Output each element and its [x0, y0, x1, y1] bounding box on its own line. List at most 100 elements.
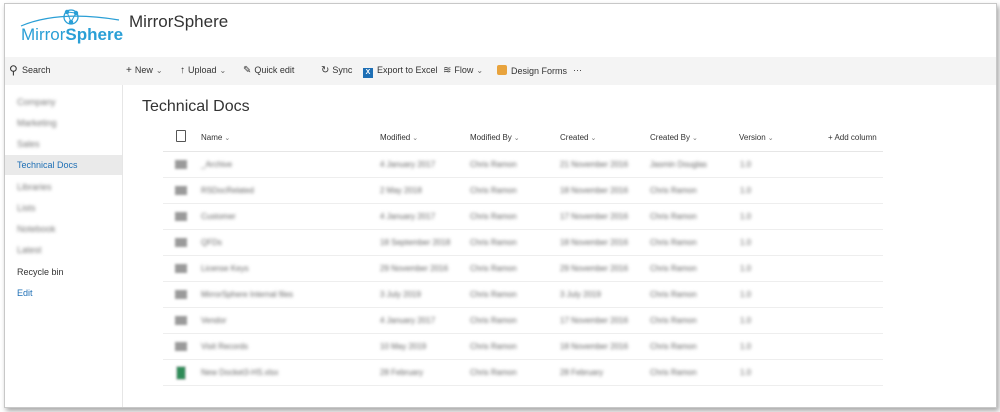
export-to-excel-button[interactable]: X Export to Excel [363, 65, 438, 78]
column-header-name[interactable]: Name ⌄ [201, 133, 230, 142]
column-header-created[interactable]: Created ⌄ [560, 133, 596, 142]
cell-modified-by: Chris Ramon [470, 368, 517, 377]
cell-created-by: Chris Ramon [650, 238, 697, 247]
table-row[interactable]: Visit Records 10 May 2019 Chris Ramon 18… [163, 334, 883, 360]
folder-icon [175, 316, 187, 325]
nav-item[interactable]: Lists [5, 198, 122, 218]
cell-modified: 29 November 2016 [380, 264, 449, 273]
upload-button[interactable]: ↑ Upload ⌄ [180, 65, 226, 76]
chevron-down-icon: ⌄ [692, 135, 698, 142]
cell-modified-by: Chris Ramon [470, 160, 517, 169]
chevron-down-icon: ⌄ [513, 135, 520, 142]
nav-item[interactable]: Marketing [5, 113, 122, 133]
cell-name[interactable]: Visit Records [201, 342, 248, 351]
cell-created: 18 November 2016 [560, 238, 629, 247]
cell-version: 1.0 [740, 316, 752, 325]
table-row[interactable]: QFDs 18 September 2018 Chris Ramon 18 No… [163, 230, 883, 256]
cell-version: 1.0 [740, 186, 752, 195]
cell-created: 17 November 2016 [560, 316, 629, 325]
cell-version: 1.0 [740, 212, 752, 221]
cell-version: 1.0 [740, 160, 752, 169]
folder-icon [175, 342, 187, 351]
cell-created: 21 November 2016 [560, 160, 629, 169]
quick-edit-button[interactable]: ✎ Quick edit [243, 65, 294, 76]
cell-name[interactable]: MirrorSphere Internal files [201, 290, 293, 299]
cell-modified: 28 February [380, 368, 424, 377]
cell-modified-by: Chris Ramon [470, 186, 517, 195]
column-header-created-by[interactable]: Created By ⌄ [650, 133, 698, 142]
plus-icon: + [126, 65, 132, 76]
cell-modified: 3 July 2019 [380, 290, 421, 299]
cell-created: 28 February [560, 368, 604, 377]
cell-created: 17 November 2016 [560, 212, 629, 221]
document-library: Technical Docs Name ⌄ Modified ⌄ Modified … [123, 85, 996, 407]
folder-icon [175, 264, 187, 273]
nav-item[interactable]: Notebook [5, 219, 122, 239]
add-column-button[interactable]: + Add column [828, 133, 877, 142]
cell-name[interactable]: Vendor [201, 316, 226, 325]
search-icon: ⚲ [9, 63, 18, 77]
nav-item-technical-docs[interactable]: Technical Docs [5, 155, 122, 175]
new-button[interactable]: + New ⌄ [126, 65, 163, 76]
folder-icon [175, 186, 187, 195]
cell-modified: 4 January 2017 [380, 212, 436, 221]
table-row[interactable]: New Docket3-HS.xlsx 28 February Chris Ra… [163, 360, 883, 386]
site-title[interactable]: MirrorSphere [129, 12, 228, 32]
cell-created-by: Jasmin Douglas [650, 160, 707, 169]
column-header-modified-by[interactable]: Modified By ⌄ [470, 133, 520, 142]
cell-name[interactable]: _Archive [201, 160, 232, 169]
nav-item[interactable]: Libraries [5, 177, 122, 197]
cell-modified-by: Chris Ramon [470, 316, 517, 325]
cell-name[interactable]: QFDs [201, 238, 222, 247]
column-header-modified[interactable]: Modified ⌄ [380, 133, 418, 142]
excel-icon: X [363, 68, 373, 78]
table-row[interactable]: RSDocRelated 2 May 2018 Chris Ramon 18 N… [163, 178, 883, 204]
cell-modified-by: Chris Ramon [470, 264, 517, 273]
site-logo[interactable]: MirrorSphere [19, 6, 129, 51]
nav-item-recycle-bin[interactable]: Recycle bin [5, 262, 122, 282]
nav-item[interactable]: Sales [5, 134, 122, 154]
cell-version: 1.0 [740, 264, 752, 273]
cell-created-by: Chris Ramon [650, 264, 697, 273]
table-row[interactable]: _Archive 4 January 2017 Chris Ramon 21 N… [163, 152, 883, 178]
cell-name[interactable]: RSDocRelated [201, 186, 254, 195]
cell-version: 1.0 [740, 368, 752, 377]
search-label: Search [22, 65, 51, 75]
table-row[interactable]: MirrorSphere Internal files 3 July 2019 … [163, 282, 883, 308]
sync-button[interactable]: ↻ Sync [321, 65, 352, 76]
column-header-version[interactable]: Version ⌄ [739, 133, 774, 142]
cell-modified: 10 May 2019 [380, 342, 427, 351]
app-window: MirrorSphere MirrorSphere ⚲ Search + New ⌄… [4, 3, 997, 408]
cell-created-by: Chris Ramon [650, 186, 697, 195]
more-options-button[interactable]: ··· [573, 65, 582, 75]
cell-version: 1.0 [740, 290, 752, 299]
cell-name[interactable]: New Docket3-HS.xlsx [201, 368, 278, 377]
forms-icon [497, 65, 507, 75]
nav-item[interactable]: Company [5, 92, 122, 112]
page-title: Technical Docs [142, 98, 250, 115]
nav-edit-link[interactable]: Edit [5, 283, 122, 303]
design-forms-button[interactable]: Design Forms [497, 65, 567, 76]
chevron-down-icon: ⌄ [219, 66, 227, 75]
folder-icon [175, 212, 187, 221]
left-navigation: Company Marketing Sales Technical Docs L… [5, 85, 123, 407]
cell-modified-by: Chris Ramon [470, 212, 517, 221]
nav-item[interactable]: Latest [5, 240, 122, 260]
document-type-icon[interactable] [176, 130, 186, 142]
cell-modified: 4 January 2017 [380, 316, 436, 325]
cell-version: 1.0 [740, 342, 752, 351]
chevron-down-icon: ⌄ [412, 135, 419, 142]
cell-name[interactable]: License Keys [201, 264, 249, 273]
cell-name[interactable]: Customer [201, 212, 236, 221]
flow-button[interactable]: ≋ Flow ⌄ [443, 65, 483, 76]
table-row[interactable]: License Keys 29 November 2016 Chris Ramo… [163, 256, 883, 282]
folder-icon [175, 290, 187, 299]
table-row[interactable]: Customer 4 January 2017 Chris Ramon 17 N… [163, 204, 883, 230]
folder-icon [175, 160, 187, 169]
cell-created: 18 November 2016 [560, 186, 629, 195]
cell-modified-by: Chris Ramon [470, 290, 517, 299]
search-box[interactable]: ⚲ Search [5, 57, 122, 85]
cell-created: 18 November 2016 [560, 342, 629, 351]
cell-created-by: Chris Ramon [650, 290, 697, 299]
table-row[interactable]: Vendor 4 January 2017 Chris Ramon 17 Nov… [163, 308, 883, 334]
